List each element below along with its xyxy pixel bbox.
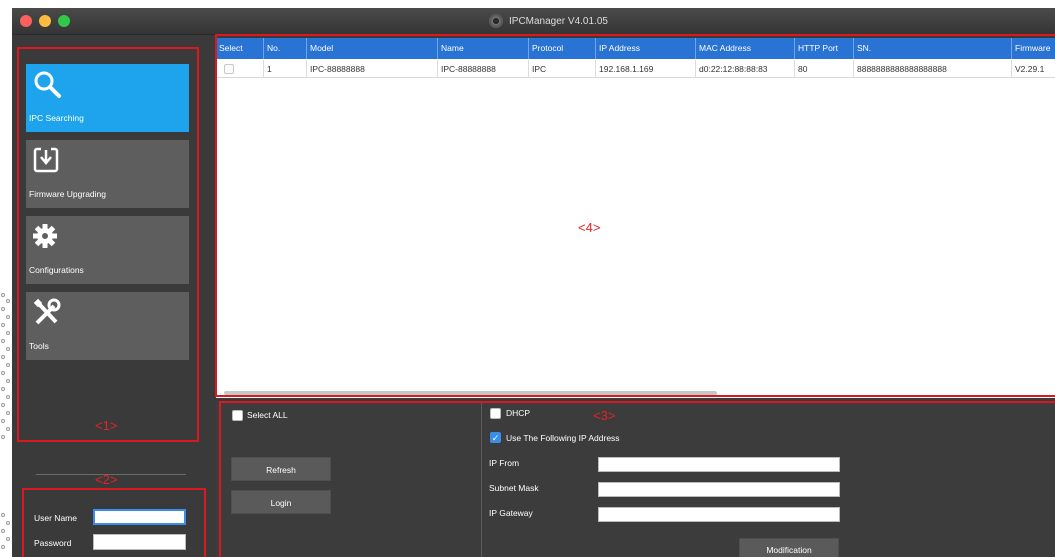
ip-gateway-input[interactable]	[598, 507, 840, 522]
sidebar-item-label: Tools	[29, 341, 49, 351]
horizontal-scrollbar[interactable]	[224, 391, 717, 395]
download-tray-icon	[33, 146, 59, 173]
sidebar-divider	[36, 474, 186, 475]
panel-divider	[481, 401, 482, 557]
sidebar-item-configurations[interactable]: Configurations	[26, 216, 189, 284]
tools-icon	[33, 298, 61, 325]
table-header: Select No. Model Name Protocol IP Addres…	[216, 38, 1055, 59]
minimize-window-button[interactable]	[39, 15, 51, 27]
username-label: User Name	[34, 513, 77, 523]
zoom-window-button[interactable]	[58, 15, 70, 27]
app-camera-icon	[489, 14, 503, 28]
column-header-model[interactable]: Model	[307, 38, 438, 59]
ip-gateway-label: IP Gateway	[489, 508, 533, 518]
sidebar-item-firmware-upgrading[interactable]: Firmware Upgrading	[26, 140, 189, 208]
control-panel: Select ALL Refresh Login DHCP ✓ Use The …	[216, 401, 1055, 557]
cell-ip-address: 192.168.1.169	[596, 60, 696, 78]
cell-model: IPC-88888888	[307, 60, 438, 78]
column-header-ip-address[interactable]: IP Address	[596, 38, 696, 59]
subnet-mask-label: Subnet Mask	[489, 483, 539, 493]
sidebar-item-label: Configurations	[29, 265, 84, 275]
column-header-firmware[interactable]: Firmware	[1012, 38, 1055, 59]
cell-name: IPC-88888888	[438, 60, 529, 78]
subnet-mask-input[interactable]	[598, 482, 840, 497]
sidebar-item-label: Firmware Upgrading	[29, 189, 106, 199]
password-label: Password	[34, 538, 72, 548]
use-following-ip-label: Use The Following IP Address	[506, 433, 620, 443]
dhcp-checkbox[interactable]	[490, 408, 501, 419]
table-row[interactable]: 1 IPC-88888888 IPC-88888888 IPC 192.168.…	[216, 60, 1055, 78]
refresh-button[interactable]: Refresh	[231, 457, 331, 481]
select-all-checkbox[interactable]	[232, 410, 243, 421]
row-select-checkbox[interactable]	[224, 64, 234, 74]
column-header-protocol[interactable]: Protocol	[529, 38, 596, 59]
search-icon	[34, 71, 61, 98]
sidebar-item-label: IPC Searching	[29, 113, 84, 123]
cell-sn: 8888888888888888888	[854, 60, 1012, 78]
sidebar-item-tools[interactable]: Tools	[26, 292, 189, 360]
column-header-name[interactable]: Name	[438, 38, 529, 59]
ip-from-input[interactable]	[598, 457, 840, 472]
app-window: IPCManager V4.01.05 IPC Searching Firmwa…	[12, 8, 1055, 557]
cell-http-port: 80	[795, 60, 854, 78]
modification-button[interactable]: Modification	[739, 538, 839, 557]
username-input[interactable]	[93, 509, 186, 525]
cell-mac-address: d0:22:12:88:88:83	[696, 60, 795, 78]
login-button[interactable]: Login	[231, 490, 331, 514]
cell-no: 1	[264, 60, 307, 78]
close-window-button[interactable]	[20, 15, 32, 27]
cell-protocol: IPC	[529, 60, 596, 78]
column-header-no[interactable]: No.	[264, 38, 307, 59]
sidebar: IPC Searching Firmware Upgrading Configu…	[12, 35, 212, 557]
password-input[interactable]	[93, 534, 186, 550]
row-select-cell	[216, 60, 264, 78]
cell-firmware: V2.29.1	[1015, 64, 1045, 74]
window-title: IPCManager V4.01.05	[509, 16, 608, 27]
column-header-mac-address[interactable]: MAC Address	[696, 38, 795, 59]
sidebar-item-ipc-searching[interactable]: IPC Searching	[26, 64, 189, 132]
gear-icon	[33, 224, 57, 248]
dhcp-label: DHCP	[506, 408, 531, 418]
use-following-ip-checkbox[interactable]: ✓	[490, 432, 501, 443]
column-header-http-port[interactable]: HTTP Port	[795, 38, 854, 59]
ip-from-label: IP From	[489, 458, 520, 468]
select-all-label: Select ALL	[247, 410, 288, 420]
title-bar: IPCManager V4.01.05	[12, 8, 1055, 35]
background-dot-pattern	[0, 285, 12, 557]
column-header-select[interactable]: Select	[216, 38, 264, 59]
device-table: Select No. Model Name Protocol IP Addres…	[216, 38, 1055, 398]
column-header-sn[interactable]: SN.	[854, 38, 1012, 59]
